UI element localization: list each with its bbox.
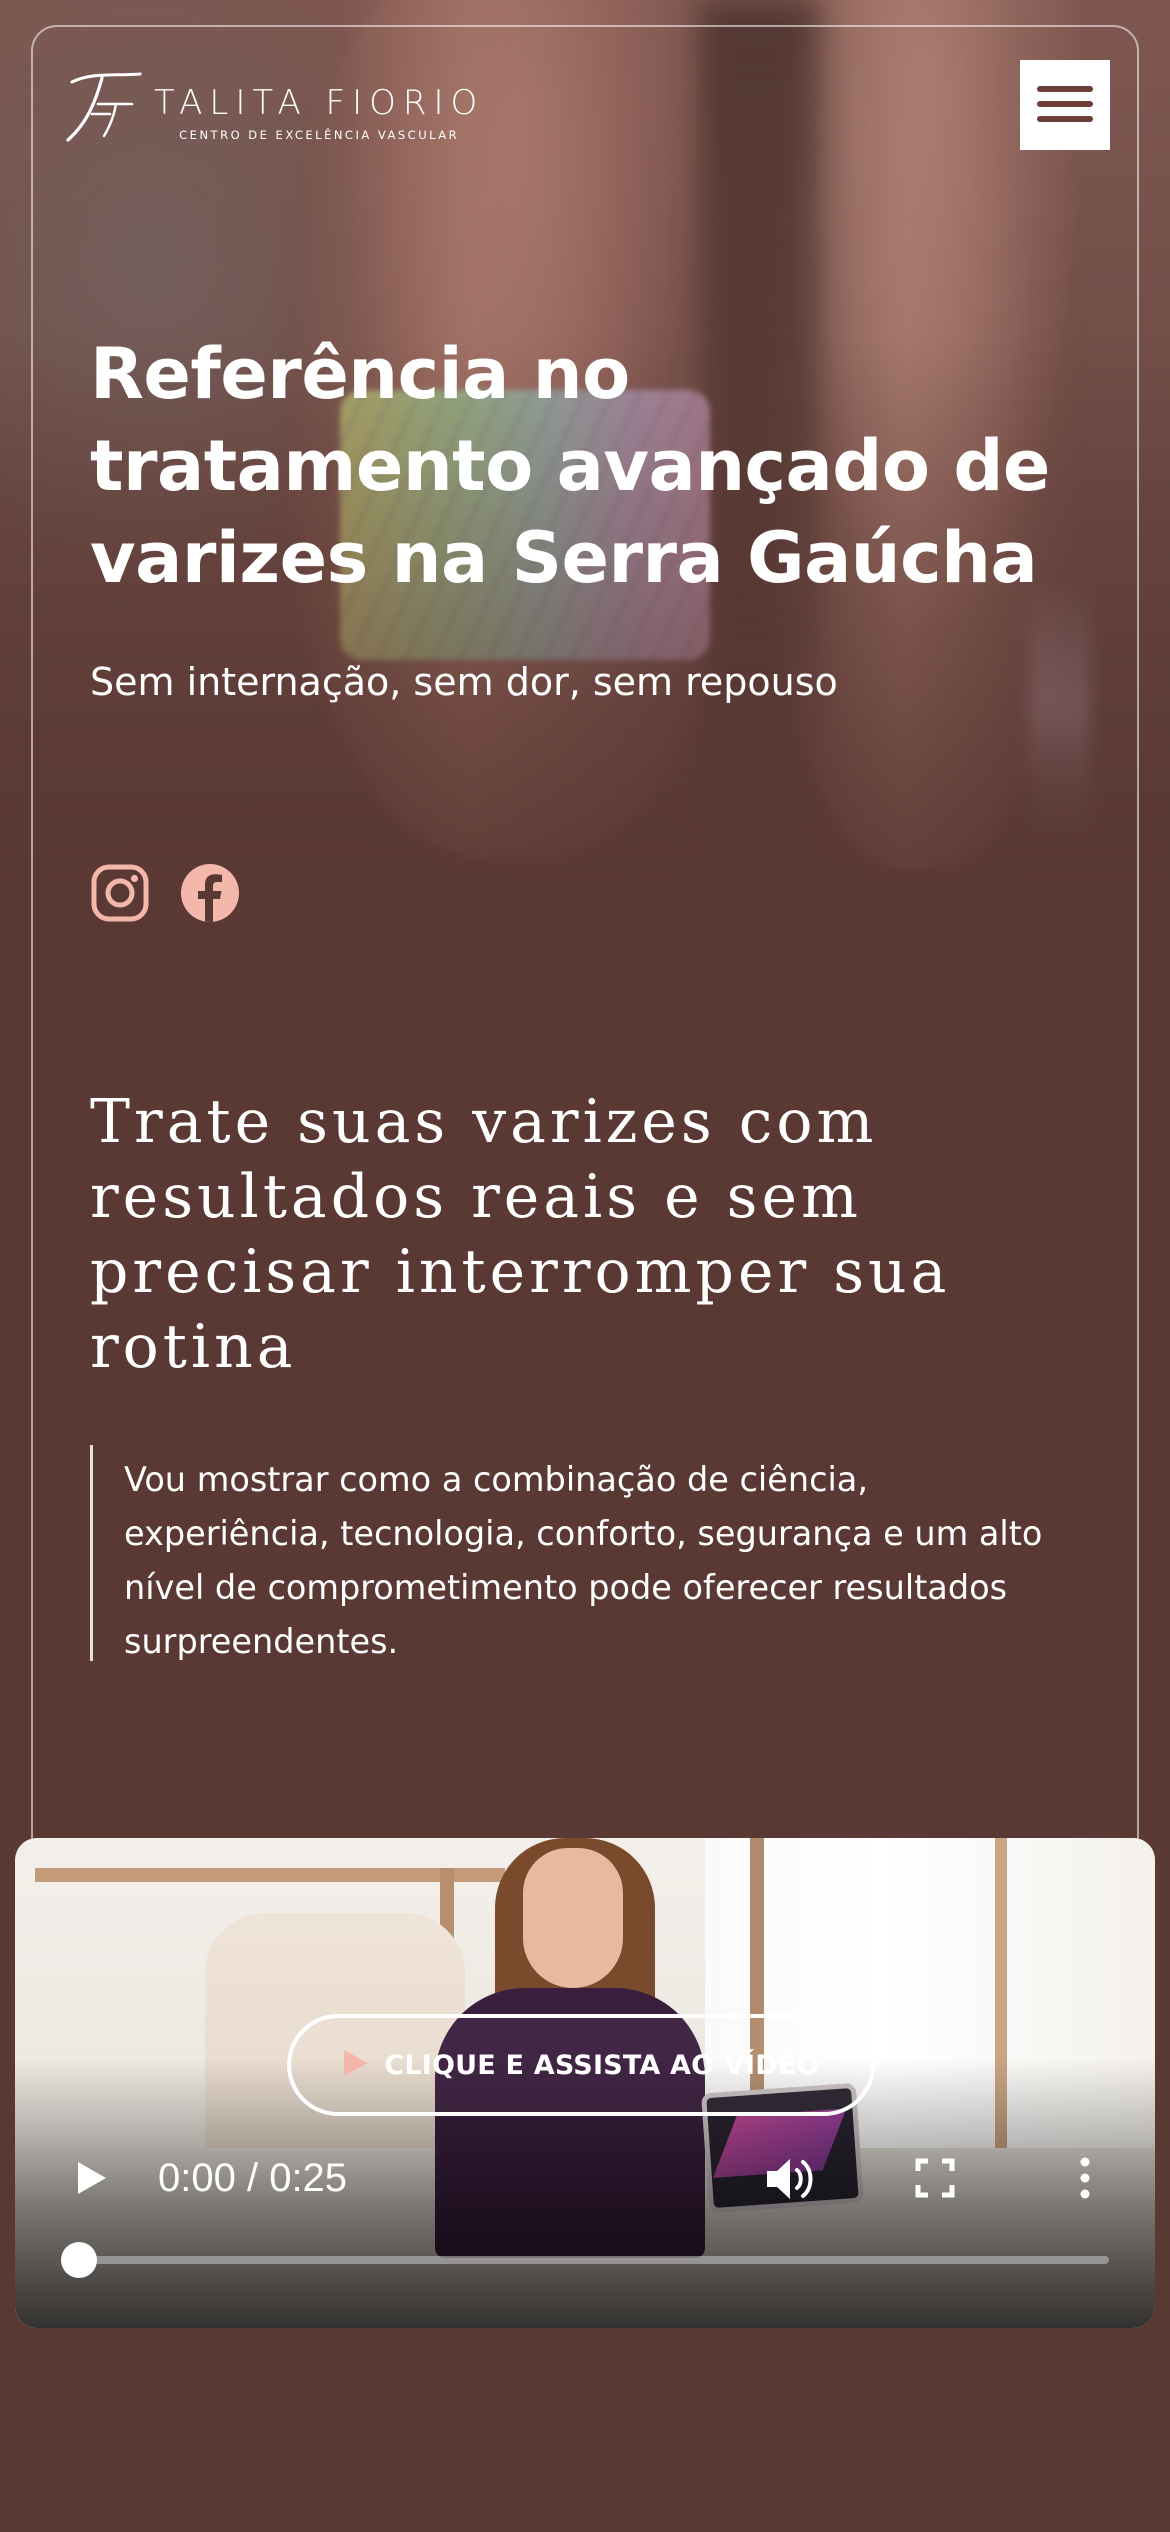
hamburger-icon: [1037, 84, 1093, 127]
video-controls: 0:00 / 0:25: [15, 2128, 1155, 2228]
instagram-link[interactable]: [90, 863, 150, 923]
facebook-link[interactable]: [180, 863, 240, 923]
play-triangle-icon: [342, 2048, 370, 2083]
video-progress-bar[interactable]: [81, 2256, 1109, 2264]
fullscreen-icon[interactable]: [915, 2158, 955, 2198]
hero-subtitle: Sem internação, sem dor, sem repouso: [90, 660, 838, 704]
more-options-icon[interactable]: [1075, 2156, 1095, 2200]
intro-quote: Vou mostrar como a combinação de ciência…: [90, 1445, 1050, 1661]
instagram-icon: [90, 864, 150, 927]
video-progress-thumb[interactable]: [61, 2242, 97, 2278]
hero-title: Referência no tratamento avançado de var…: [90, 333, 1050, 599]
play-icon[interactable]: [70, 2158, 110, 2198]
watch-video-button[interactable]: CLIQUE E ASSISTA AO VÍDEO: [287, 2014, 875, 2116]
menu-button[interactable]: [1020, 60, 1110, 150]
brand-wordmark: TALITA FIORIO CENTRO DE EXCELÊNCIA VASCU…: [154, 86, 484, 142]
volume-icon[interactable]: [765, 2156, 819, 2202]
video-player[interactable]: CLIQUE E ASSISTA AO VÍDEO 0:00 / 0:25: [15, 1838, 1155, 2328]
social-links: [90, 862, 240, 924]
brand-logo[interactable]: TALITA FIORIO CENTRO DE EXCELÊNCIA VASCU…: [62, 70, 592, 150]
brand-tagline: CENTRO DE EXCELÊNCIA VASCULAR: [179, 128, 460, 142]
video-time: 0:00 / 0:25: [158, 2156, 348, 2200]
watch-video-label: CLIQUE E ASSISTA AO VÍDEO: [384, 2049, 820, 2081]
facebook-icon: [180, 864, 240, 927]
section-heading: Trate suas varizes com resultados reais …: [90, 1087, 951, 1382]
brand-name: TALITA FIORIO: [154, 83, 485, 123]
monogram-icon: [62, 70, 142, 150]
